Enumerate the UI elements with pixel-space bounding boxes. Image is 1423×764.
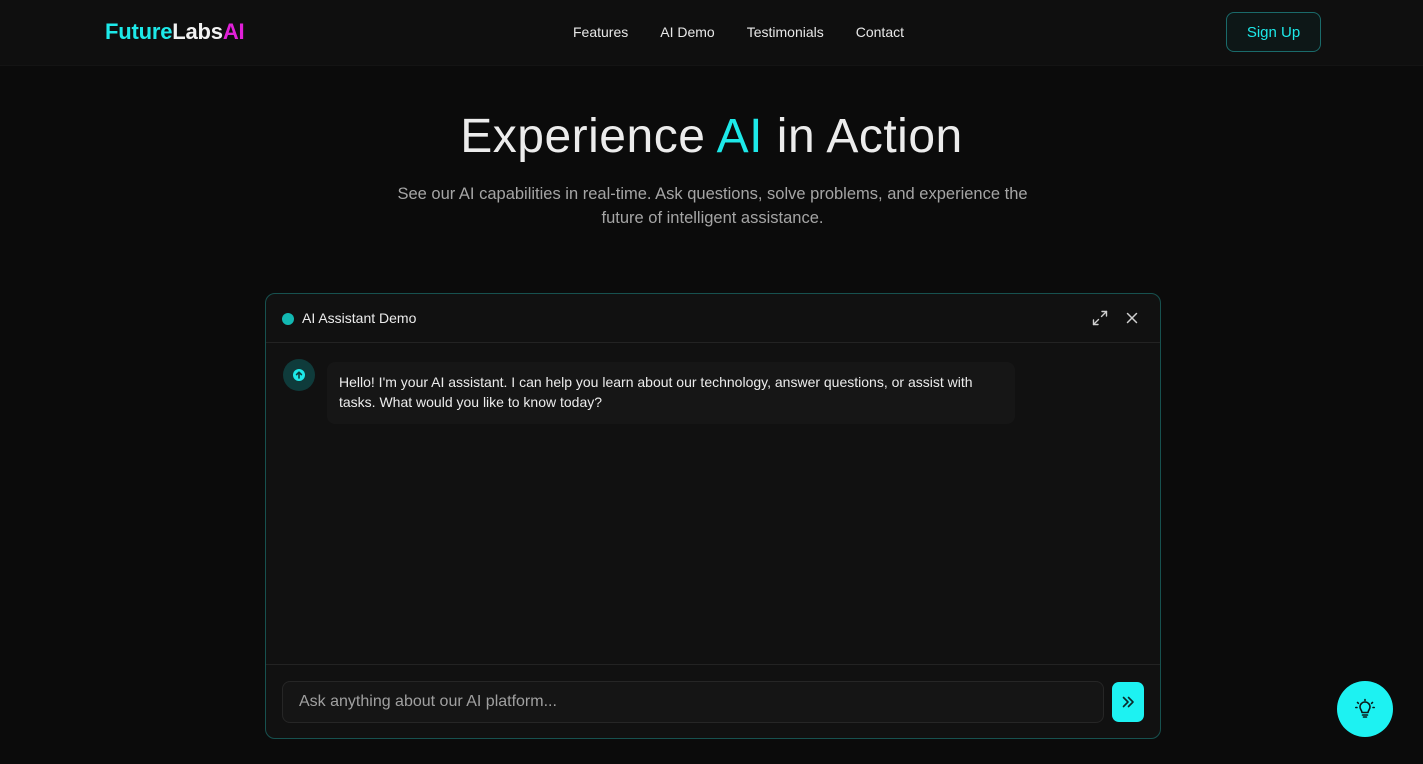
sign-up-button[interactable]: Sign Up	[1226, 12, 1321, 52]
navbar: FutureLabsAI Features AI Demo Testimonia…	[0, 0, 1423, 66]
hero-title: Experience AI in Action	[0, 108, 1423, 166]
chat-composer	[266, 664, 1160, 738]
chat-window: AI Assistant Demo Hello! I'm your AI ass…	[265, 293, 1161, 739]
hero-title-pre: Experience	[460, 110, 717, 163]
status-dot	[282, 313, 294, 325]
hero-title-accent: AI	[716, 110, 763, 163]
assistant-bot-icon	[293, 369, 305, 381]
brand-logo-ai: AI	[222, 19, 245, 44]
chat-input[interactable]	[282, 681, 1104, 723]
nav-link-features[interactable]: Features	[573, 22, 628, 42]
nav-links: Features AI Demo Testimonials Contact	[573, 22, 904, 42]
lightbulb-icon	[1354, 698, 1376, 718]
nav-link-testimonials[interactable]: Testimonials	[747, 22, 824, 42]
double-chevron-right-icon	[1122, 696, 1134, 708]
expand-icon[interactable]	[1090, 308, 1110, 328]
brand-logo-future: Future	[105, 19, 173, 44]
chat-title: AI Assistant Demo	[302, 310, 417, 326]
lightbulb-fab-button[interactable]	[1337, 681, 1393, 737]
message-list: Hello! I'm your AI assistant. I can help…	[266, 344, 1160, 664]
nav-link-ai-demo[interactable]: AI Demo	[660, 22, 714, 42]
chat-header: AI Assistant Demo	[266, 294, 1160, 343]
brand-logo-labs: Labs	[172, 19, 223, 44]
send-button[interactable]	[1112, 682, 1144, 722]
assistant-avatar	[283, 359, 315, 391]
hero-subtitle: See our AI capabilities in real-time. As…	[397, 185, 1028, 227]
hero-title-post: in Action	[762, 110, 963, 163]
close-icon[interactable]	[1122, 308, 1142, 328]
brand-logo[interactable]: FutureLabsAI	[105, 18, 245, 46]
nav-link-contact[interactable]: Contact	[856, 22, 904, 42]
assistant-message: Hello! I'm your AI assistant. I can help…	[327, 362, 1015, 424]
